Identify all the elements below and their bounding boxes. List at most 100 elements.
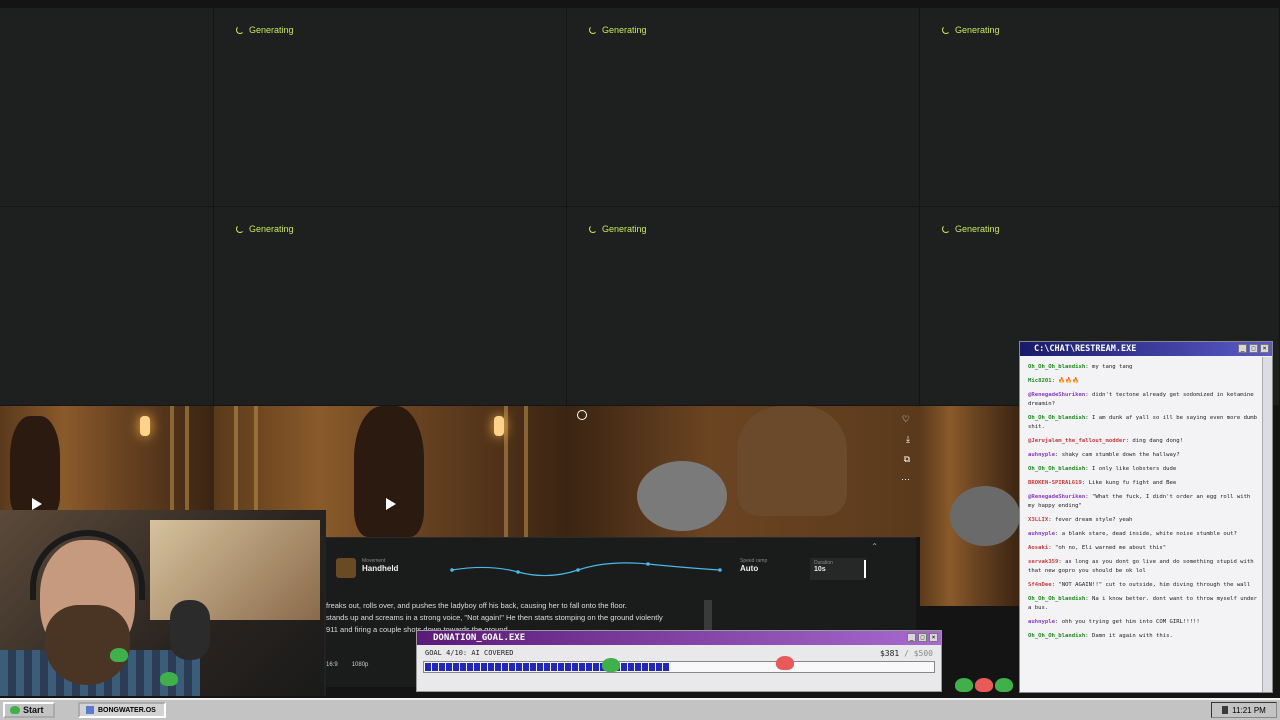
close-button[interactable]: × <box>1260 344 1269 353</box>
video-frame[interactable] <box>0 406 214 510</box>
webcam-feed <box>0 510 326 696</box>
chat-text: shaky cam stumble down the hallway? <box>1061 452 1180 458</box>
chat-username[interactable]: Oh_Oh_Oh_blandish <box>1028 633 1085 639</box>
tile-generating[interactable]: Generating <box>567 8 920 207</box>
chat-username[interactable]: servak359 <box>1028 559 1058 565</box>
goal-text: GOAL 4/10: AI COVERED <box>425 649 514 657</box>
start-label: Start <box>23 705 44 715</box>
goal-progress-fill <box>425 663 670 671</box>
maximize-button[interactable]: □ <box>1249 344 1258 353</box>
chat-message: auhnyple: a blank stare, dead inside, wh… <box>1028 531 1237 537</box>
chat-username[interactable]: Oh_Oh_Oh_blandish <box>1028 466 1085 472</box>
duration-value: 10s <box>814 566 826 573</box>
prompt-line: stands up and screams in a strong voice,… <box>326 613 663 622</box>
scrollbar[interactable] <box>1262 357 1272 692</box>
spinner-icon <box>589 225 597 233</box>
chat-username[interactable]: Mic8201 <box>1028 378 1052 384</box>
movement-select[interactable]: Movement Handheld <box>362 558 398 573</box>
goal-target: $500 <box>913 649 933 658</box>
resolution[interactable]: 1080p <box>352 662 369 668</box>
download-icon[interactable]: ⤓ <box>906 434 910 445</box>
prompt-line: freaks out, rolls over, and pushes the l… <box>326 601 627 610</box>
tile-generating[interactable]: Generating <box>214 8 567 207</box>
helmet <box>637 461 727 531</box>
duration-handle[interactable] <box>864 560 866 578</box>
cursor-circle-icon <box>577 410 587 420</box>
minimize-button[interactable]: _ <box>907 633 916 642</box>
chat-username[interactable]: BROKEN-SPIRAL619 <box>1028 480 1082 486</box>
chat-messages: Oh_Oh_Oh_blandish: my tang tang Mic8201: … <box>1020 357 1262 692</box>
person <box>10 416 60 510</box>
minimize-button[interactable]: _ <box>1238 344 1247 353</box>
window-title: DONATION_GOAL.EXE <box>433 633 526 643</box>
chat-username[interactable]: Oh_Oh_Oh_blandish <box>1028 415 1085 421</box>
chat-message: @RenegadeShuriken: "What the fuck, I did… <box>1028 494 1251 509</box>
chat-text: as long as you dont go live and do somet… <box>1028 559 1254 574</box>
frog-emote <box>975 678 993 692</box>
video-frame[interactable] <box>920 406 1020 606</box>
chat-username[interactable]: auhnyple <box>1028 619 1055 625</box>
chat-message: X3LLIX: fever dream style? yeah <box>1028 517 1133 523</box>
chat-username[interactable]: @RenegadeShuriken <box>1028 494 1085 500</box>
maximize-button[interactable]: □ <box>918 633 927 642</box>
chat-username[interactable]: Oh_Oh_Oh_blandish <box>1028 596 1085 602</box>
chat-text: ding dang dong! <box>1132 438 1183 444</box>
chat-username[interactable]: auhnyple <box>1028 531 1055 537</box>
status-label: Generating <box>602 25 647 35</box>
tile-generating[interactable]: Generating <box>214 207 567 406</box>
donation-goal-window: DONATION_GOAL.EXE _ □ × GOAL 4/10: AI CO… <box>416 630 942 692</box>
play-icon[interactable] <box>32 498 42 510</box>
chat-username[interactable]: @Jerujalem_the_fallout_modder <box>1028 438 1126 444</box>
chat-username[interactable]: auhnyple <box>1028 452 1055 458</box>
scrollbar[interactable] <box>704 600 712 630</box>
taskbar-app[interactable]: BONGWATER.OS <box>78 702 166 718</box>
lamp <box>140 416 150 436</box>
chat-message: Oh_Oh_Oh_blandish: Na i know better. don… <box>1028 596 1258 611</box>
tile-empty[interactable] <box>0 8 214 207</box>
duration-select[interactable]: Duration 10s <box>810 558 866 580</box>
goal-separator: / <box>904 649 909 658</box>
chat-username[interactable]: @RenegadeShuriken <box>1028 392 1085 398</box>
chat-username[interactable]: Aosaki <box>1028 545 1048 551</box>
more-icon[interactable]: ⋯ <box>901 474 910 485</box>
clock-label: 11:21 PM <box>1232 705 1266 715</box>
tile-generating[interactable]: Generating <box>920 8 1280 207</box>
window-title: C:\CHAT\RESTREAM.EXE <box>1034 344 1137 354</box>
app-icon <box>86 706 94 714</box>
speed-curve[interactable] <box>448 560 730 578</box>
status-label: Generating <box>955 25 1000 35</box>
chat-username[interactable]: Sf4nDee <box>1028 582 1052 588</box>
spinner-icon <box>942 26 950 34</box>
person <box>737 406 847 516</box>
taskbar-app-label: BONGWATER.OS <box>98 706 156 714</box>
chat-message: BROKEN-SPIRAL619: Like kung fu fight and… <box>1028 480 1177 486</box>
frog-emote <box>160 672 178 686</box>
chat-username[interactable]: X3LLIX <box>1028 517 1048 523</box>
speed-ramp-select[interactable]: Speed ramp Auto <box>740 558 767 573</box>
chat-message: Mic8201: 🔥🔥🔥 <box>1028 378 1080 384</box>
chat-username[interactable]: Oh_Oh_Oh_blandish <box>1028 364 1085 370</box>
chevron-up-icon[interactable]: ⌃ <box>871 542 878 551</box>
heart-icon[interactable]: ♡ <box>902 414 910 425</box>
video-frame[interactable]: ♡ ⤓ ⧉ ⋯ <box>567 406 920 537</box>
tile-generating[interactable]: Generating <box>567 207 920 406</box>
close-button[interactable]: × <box>929 633 938 642</box>
chat-text: ohh you trying get him into COM GIRL!!!!… <box>1061 619 1200 625</box>
tile-empty[interactable] <box>0 207 214 406</box>
frog-icon <box>10 706 20 714</box>
chat-message: Oh_Oh_Oh_blandish: my tang tang <box>1028 364 1133 370</box>
play-icon[interactable] <box>386 498 396 510</box>
movement-value: Handheld <box>362 564 399 573</box>
frog-emote <box>602 658 620 672</box>
copy-icon[interactable]: ⧉ <box>904 454 910 465</box>
chat-window: C:\CHAT\RESTREAM.EXE _ □ × Oh_Oh_Oh_blan… <box>1019 341 1273 693</box>
spinner-icon <box>236 26 244 34</box>
system-clock[interactable]: 11:21 PM <box>1211 702 1277 718</box>
person <box>354 406 424 537</box>
chat-message: Oh_Oh_Oh_blandish: Damn it again with th… <box>1028 633 1173 639</box>
taskbar: Start BONGWATER.OS 11:21 PM <box>0 698 1280 720</box>
aspect-ratio[interactable]: 16:9 <box>326 662 338 668</box>
chat-text: Damn it again with this. <box>1092 633 1173 639</box>
frog-emote <box>995 678 1013 692</box>
start-button[interactable]: Start <box>3 702 55 718</box>
